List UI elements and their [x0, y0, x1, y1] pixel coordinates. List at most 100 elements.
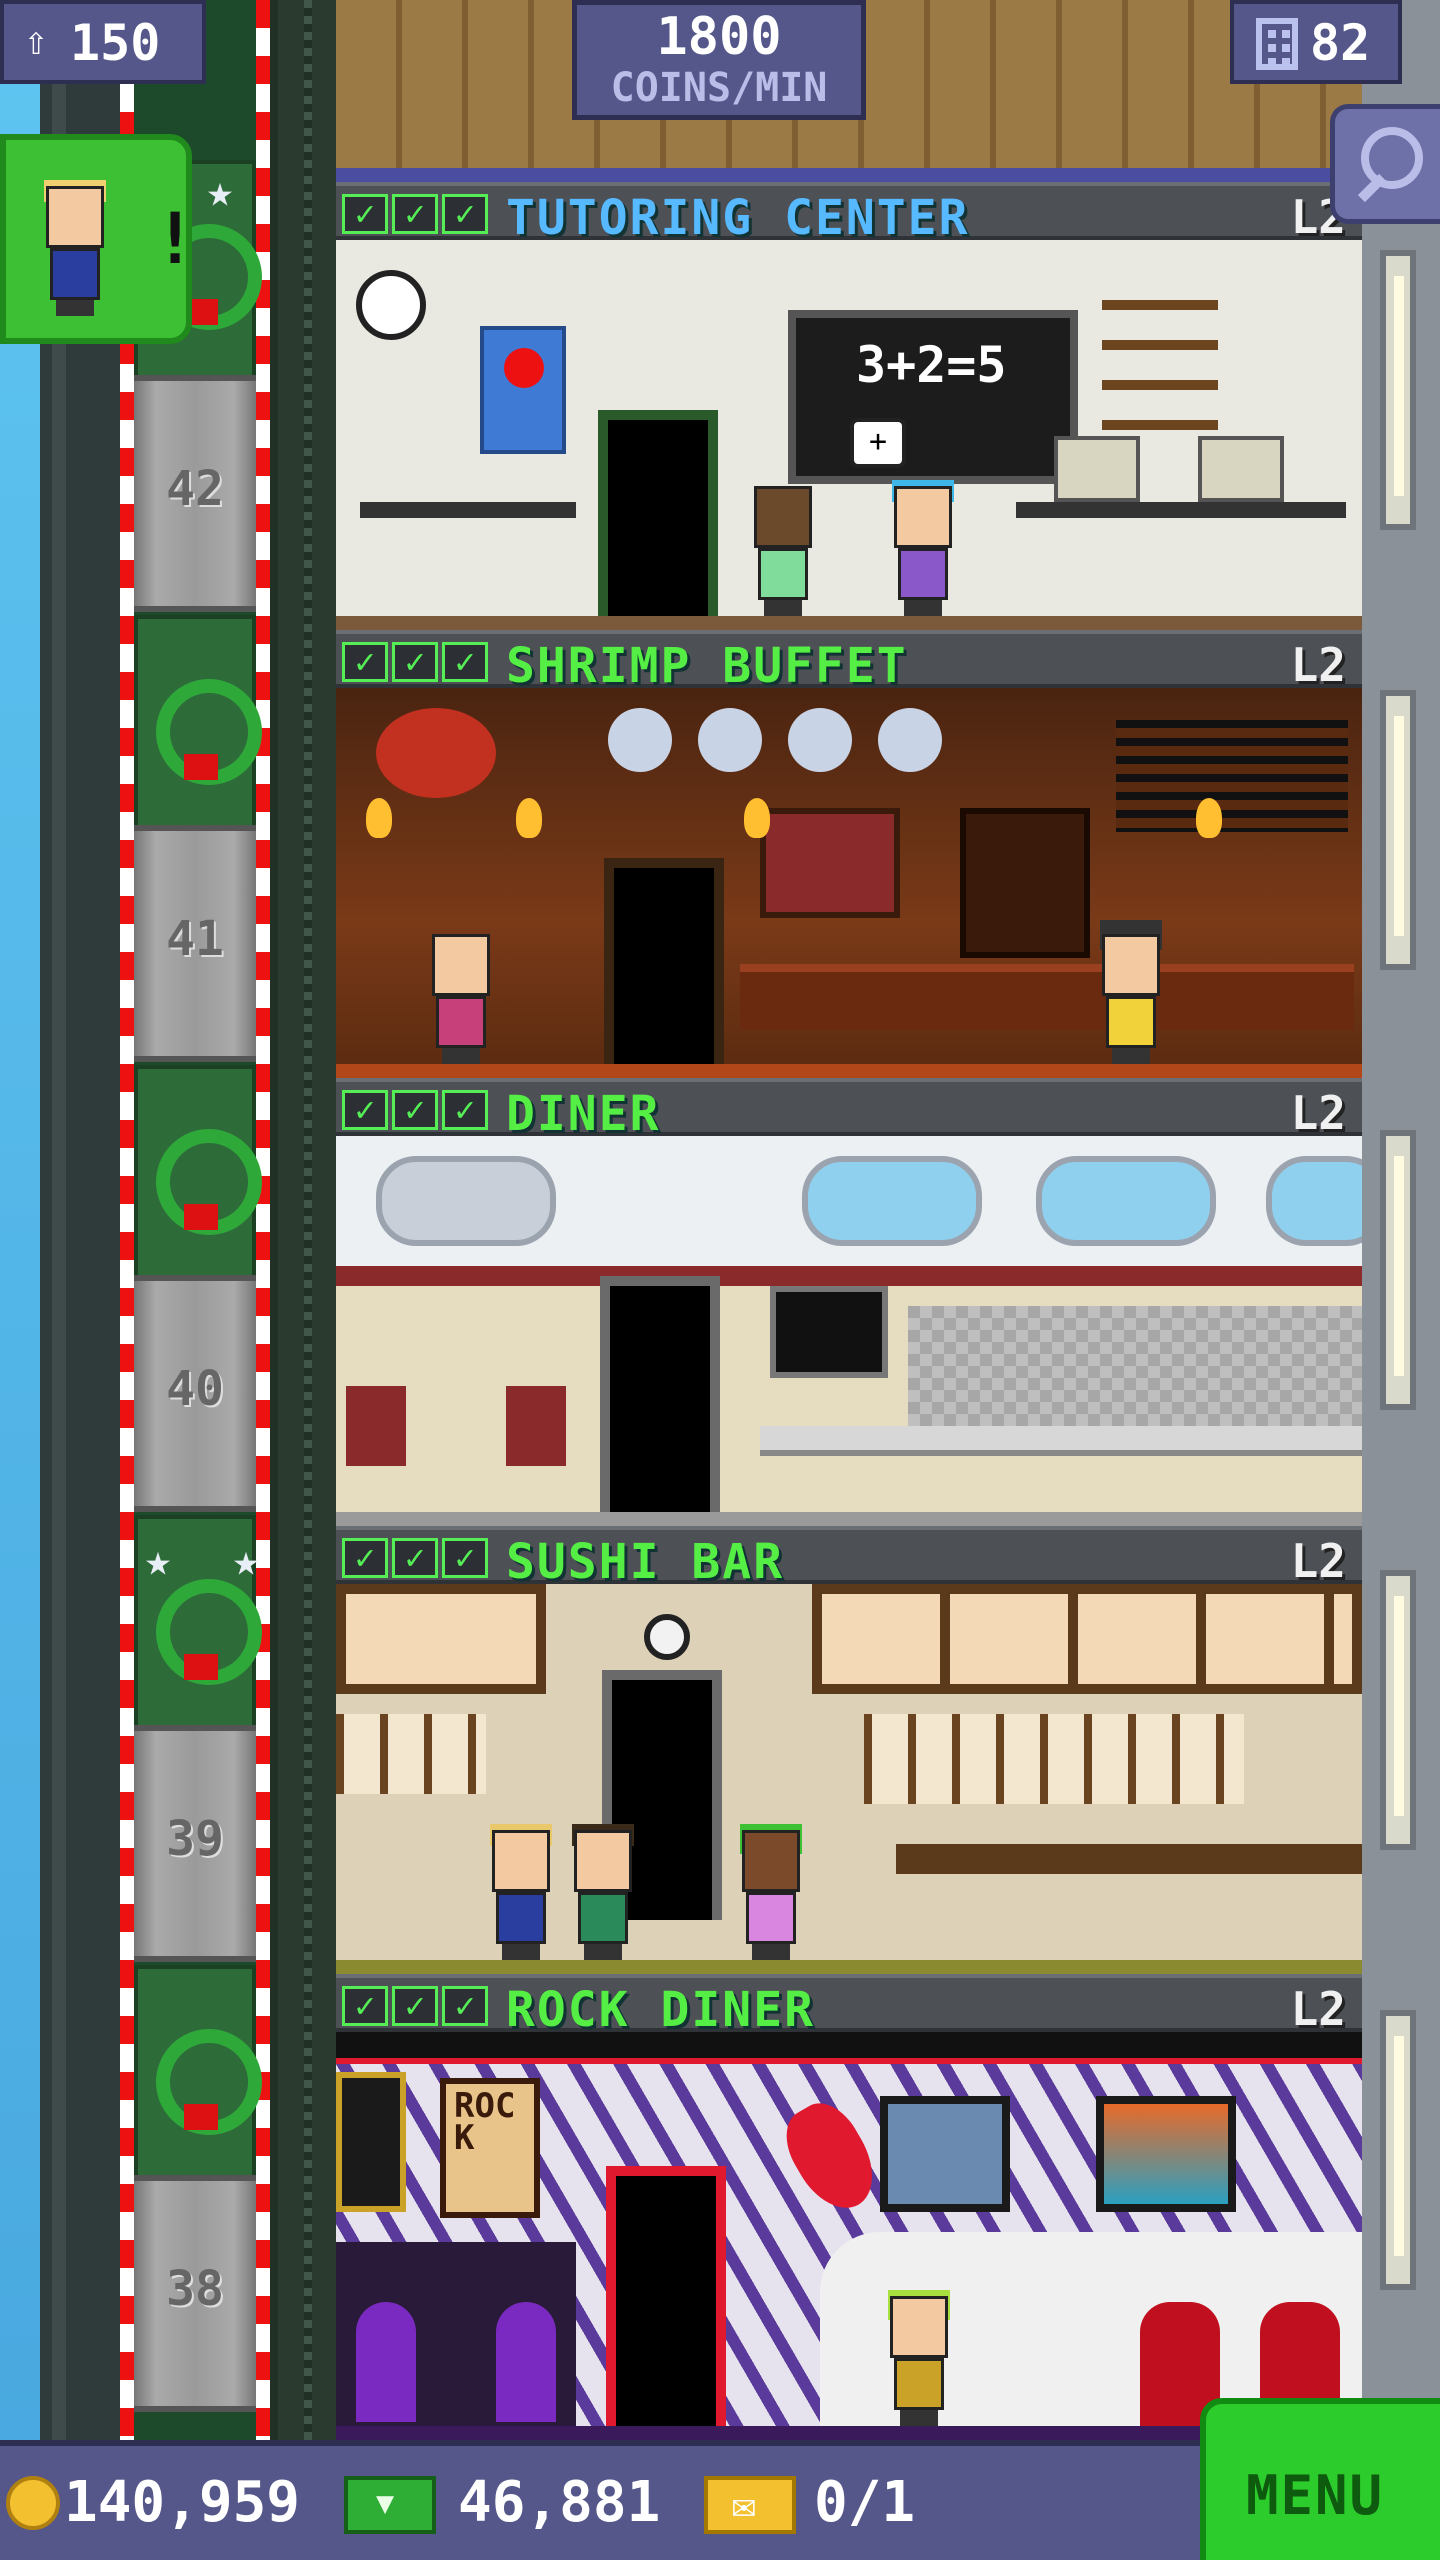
floor-diner[interactable]: ✓ ✓ ✓ DINER L2 — [336, 1078, 1362, 1526]
floor-header: ✓ ✓ ✓ SHRIMP BUFFET L2 — [336, 630, 1362, 694]
checkmark-icon: ✓ — [442, 642, 488, 682]
shelf — [760, 808, 900, 918]
population-count: 150 — [70, 14, 161, 72]
room-sushi-bar — [336, 1584, 1362, 1974]
room-door — [598, 410, 718, 630]
ticket-count: 0/1 — [814, 2470, 916, 2535]
wreath-floor-marker — [134, 615, 262, 840]
lamp-icon — [1196, 798, 1222, 838]
elevator-floor-number: 42 — [134, 375, 256, 612]
booth-seat — [346, 1386, 406, 1466]
bux-icon[interactable] — [344, 2476, 436, 2534]
coins-per-minute-label: COINS/MIN — [610, 65, 828, 111]
floor-tutoring-center[interactable]: ✓ ✓ ✓ TUTORING CENTER L2 3+2=5 + — [336, 182, 1362, 630]
bitizen[interactable] — [888, 480, 958, 616]
room-shrimp-buffet — [336, 688, 1362, 1078]
floor-shrimp-buffet[interactable]: ✓ ✓ ✓ SHRIMP BUFFET L2 — [336, 630, 1362, 1078]
menu-board — [770, 1286, 888, 1378]
visitor-alert-button[interactable]: ! — [0, 134, 196, 344]
floor-rock-diner[interactable]: ✓ ✓ ✓ ROCK DINER L2 ROCK — [336, 1974, 1362, 2440]
chalkboard-text: 3+2=5 — [856, 336, 1007, 394]
bitizen[interactable] — [1096, 920, 1166, 1064]
population-badge[interactable]: ⇧ 150 — [0, 0, 206, 84]
floor-name: SHRIMP BUFFET — [506, 638, 908, 694]
diner-window — [1266, 1156, 1362, 1246]
diner-counter — [760, 1426, 1362, 1456]
guitar-icon — [773, 2091, 889, 2223]
bitizen[interactable] — [736, 1824, 806, 1960]
band-poster — [880, 2096, 1010, 2212]
checkmark-icon: ✓ — [392, 1538, 438, 1578]
coin-icon — [6, 2476, 60, 2530]
rock-poster: ROCK — [440, 2078, 540, 2218]
exclamation-icon: ! — [154, 198, 197, 280]
desk — [1016, 502, 1346, 518]
calculator-icon: + — [850, 418, 906, 468]
cubby-shelf — [864, 1714, 1244, 1804]
checkmark-icon: ✓ — [442, 1090, 488, 1130]
floor-level: L2 — [1290, 638, 1346, 692]
bow-icon — [184, 1654, 218, 1680]
search-button[interactable] — [1330, 104, 1440, 224]
bitizen[interactable] — [486, 1824, 556, 1960]
lamp-icon — [366, 798, 392, 838]
tile-wall — [908, 1306, 1362, 1426]
checkmark-icon: ✓ — [392, 1986, 438, 2026]
coins-count: 140,959 — [64, 2470, 301, 2535]
shoji-window — [336, 1584, 546, 1694]
floorboard — [336, 616, 1362, 630]
ticket-icon[interactable] — [704, 2476, 796, 2534]
checkmark-icon: ✓ — [392, 194, 438, 234]
elevator-floor-number: 38 — [134, 2175, 256, 2412]
room-rock-diner: ROCK — [336, 2032, 1362, 2440]
clock-icon — [356, 270, 426, 340]
room-diner — [336, 1136, 1362, 1526]
elevator-shaft[interactable]: ★ 42 41 40 ★ ★ 39 38 — [120, 0, 270, 2440]
floor-stars: ✓ ✓ ✓ — [342, 642, 488, 682]
magnifier-icon — [1361, 127, 1423, 189]
shrimp-sign-icon — [376, 708, 496, 798]
bitizen[interactable] — [748, 486, 818, 616]
floor-sushi-bar[interactable]: ✓ ✓ ✓ SUSHI BAR L2 — [336, 1526, 1362, 1974]
shoji-window — [812, 1584, 1362, 1694]
checkmark-icon: ✓ — [442, 1986, 488, 2026]
rock-poster-text: ROCK — [454, 2086, 516, 2158]
floor-count-badge[interactable]: 82 — [1230, 0, 1402, 84]
menu-board — [1116, 720, 1348, 832]
plate-row — [608, 708, 948, 772]
buffet-counter — [740, 964, 1354, 1030]
bux-count: 46,881 — [458, 2470, 661, 2535]
apple-poster — [480, 326, 566, 454]
bow-icon — [184, 754, 218, 780]
floor-stars: ✓ ✓ ✓ — [342, 1986, 488, 2026]
checkmark-icon: ✓ — [342, 194, 388, 234]
lamp-icon — [516, 798, 542, 838]
star-icon: ★ — [232, 1535, 260, 1586]
floor-header: ✓ ✓ ✓ SUSHI BAR L2 — [336, 1526, 1362, 1590]
star-icon: ★ — [144, 1535, 172, 1586]
cubby-shelf — [336, 1714, 486, 1794]
ceiling-lights — [336, 2032, 1362, 2064]
computer-icon — [1198, 436, 1284, 502]
floor-stars: ✓ ✓ ✓ — [342, 1538, 488, 1578]
sushi-icon — [644, 1614, 690, 1660]
floor-level: L2 — [1290, 1534, 1346, 1588]
bitizen[interactable] — [884, 2290, 954, 2426]
floor-stars: ✓ ✓ ✓ — [342, 1090, 488, 1130]
computer-icon — [1054, 436, 1140, 502]
bitizen[interactable] — [568, 1824, 638, 1960]
menu-button[interactable]: MENU — [1200, 2398, 1440, 2560]
chalkboard: 3+2=5 — [788, 310, 1078, 484]
bitizen[interactable] — [426, 934, 496, 1064]
building-icon — [1256, 18, 1298, 70]
floor-name: ROCK DINER — [506, 1982, 815, 2038]
shaft-pole-left — [120, 0, 134, 2440]
elevator-floor-number: 41 — [134, 825, 256, 1062]
safe — [960, 808, 1090, 958]
elevator-window — [1380, 250, 1416, 530]
floorboard — [336, 1960, 1362, 1974]
bow-icon — [184, 1204, 218, 1230]
coins-per-minute-badge[interactable]: 1800 COINS/MIN — [572, 0, 866, 120]
menu-button-label: MENU — [1246, 2464, 1385, 2527]
elevator-window — [1380, 690, 1416, 970]
